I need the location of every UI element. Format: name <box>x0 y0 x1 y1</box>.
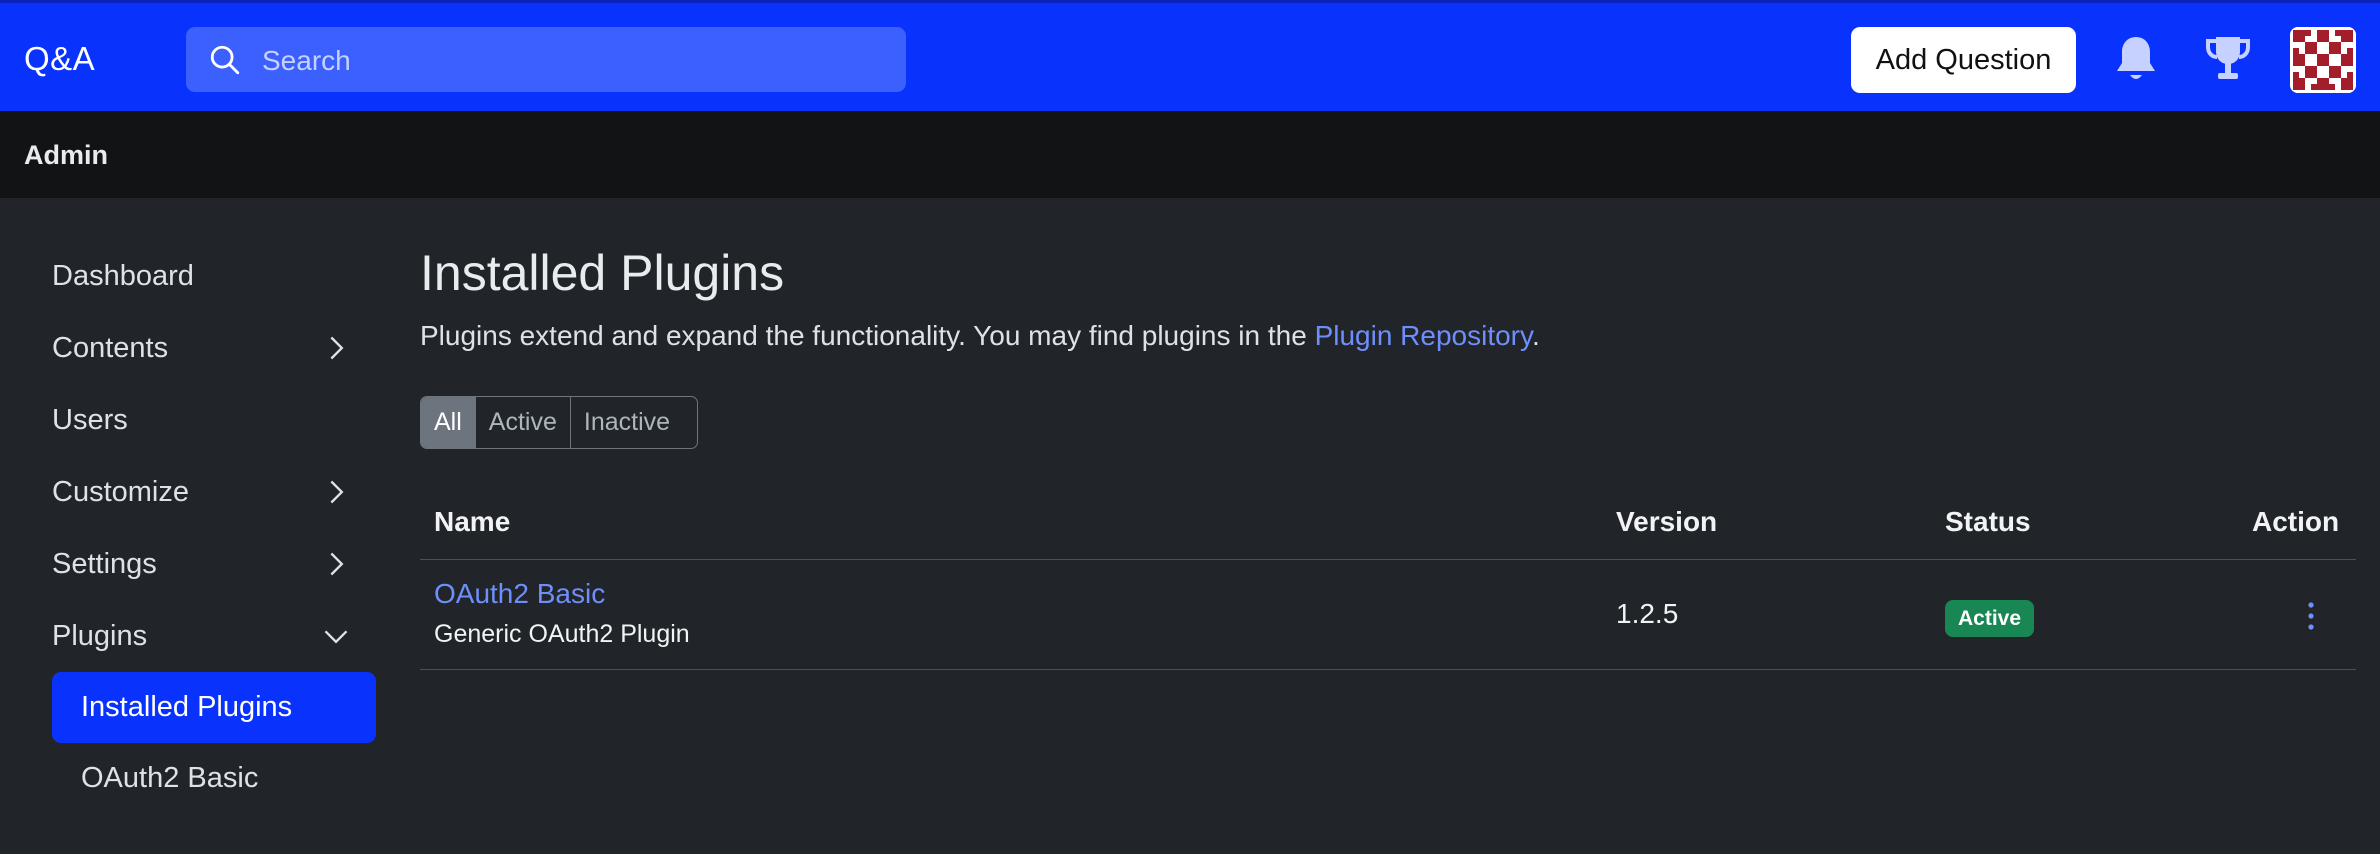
page-title: Installed Plugins <box>420 245 785 301</box>
admin-bar: Admin <box>0 111 2380 198</box>
search-icon <box>210 45 240 75</box>
plugin-version: 1.2.5 <box>1616 598 1679 629</box>
search-placeholder: Search <box>262 45 351 76</box>
status-badge: Active <box>1945 600 2035 637</box>
sidebar-item-label: Contents <box>52 332 169 364</box>
avatar-identicon <box>2290 27 2356 93</box>
sidebar-item-label: Plugins <box>52 620 148 652</box>
table-row: OAuth2 Basic Generic OAuth2 Plugin 1.2.5… <box>420 560 2356 670</box>
sidebar-item-customize[interactable]: Customize <box>52 456 376 528</box>
column-header-action: Action <box>2252 506 2340 537</box>
sidebar-item-label: Dashboard <box>52 260 194 292</box>
sidebar-item-dashboard[interactable]: Dashboard <box>52 240 376 312</box>
filter-all-button[interactable]: All <box>421 397 476 448</box>
column-header-name: Name <box>434 506 511 537</box>
status-filter-group: All Active Inactive <box>420 396 698 449</box>
chevron-right-icon <box>330 552 344 576</box>
admin-sidebar: Dashboard Contents Users Customize Setti… <box>52 240 376 814</box>
sidebar-subitem-oauth2-basic[interactable]: OAuth2 Basic <box>52 743 376 814</box>
chevron-right-icon <box>330 480 344 504</box>
brand-logo[interactable]: Q&A <box>24 40 95 78</box>
chevron-down-icon <box>324 630 348 644</box>
filter-active-button[interactable]: Active <box>476 397 571 448</box>
column-header-status: Status <box>1945 506 2031 537</box>
sidebar-subitem-label: Installed Plugins <box>81 691 293 723</box>
sidebar-subitem-label: OAuth2 Basic <box>81 762 259 794</box>
sidebar-item-label: Settings <box>52 548 157 580</box>
search-input[interactable]: Search <box>186 27 906 92</box>
plugins-table: Name Version Status Action OAuth2 Basic … <box>420 490 2356 670</box>
admin-title[interactable]: Admin <box>24 140 108 171</box>
bell-icon[interactable] <box>2112 33 2160 85</box>
sidebar-item-plugins[interactable]: Plugins <box>52 600 376 672</box>
table-header: Name Version Status Action <box>420 490 2356 560</box>
description-text: Plugins extend and expand the functional… <box>420 320 1315 351</box>
description-suffix: . <box>1531 320 1540 351</box>
sidebar-item-label: Customize <box>52 476 189 508</box>
main-content: Installed Plugins Plugins extend and exp… <box>420 240 2356 670</box>
column-header-version: Version <box>1616 506 1718 537</box>
chevron-right-icon <box>330 336 344 360</box>
plugin-description: Generic OAuth2 Plugin <box>434 620 690 648</box>
sidebar-subitem-installed-plugins[interactable]: Installed Plugins <box>52 672 376 743</box>
avatar[interactable] <box>2290 27 2356 93</box>
page-description: Plugins extend and expand the functional… <box>420 320 2356 352</box>
trophy-icon[interactable] <box>2204 33 2252 85</box>
sidebar-item-users[interactable]: Users <box>52 384 376 456</box>
sidebar-item-contents[interactable]: Contents <box>52 312 376 384</box>
plugin-repository-link[interactable]: Plugin Repository <box>1315 320 1532 351</box>
more-actions-icon[interactable] <box>2300 598 2322 634</box>
sidebar-item-settings[interactable]: Settings <box>52 528 376 600</box>
add-question-button[interactable]: Add Question <box>1851 27 2076 93</box>
plugin-name-link[interactable]: OAuth2 Basic <box>434 578 605 610</box>
top-navbar: Q&A Search Add Question <box>0 0 2380 111</box>
filter-inactive-button[interactable]: Inactive <box>571 397 683 448</box>
sidebar-item-label: Users <box>52 404 128 436</box>
